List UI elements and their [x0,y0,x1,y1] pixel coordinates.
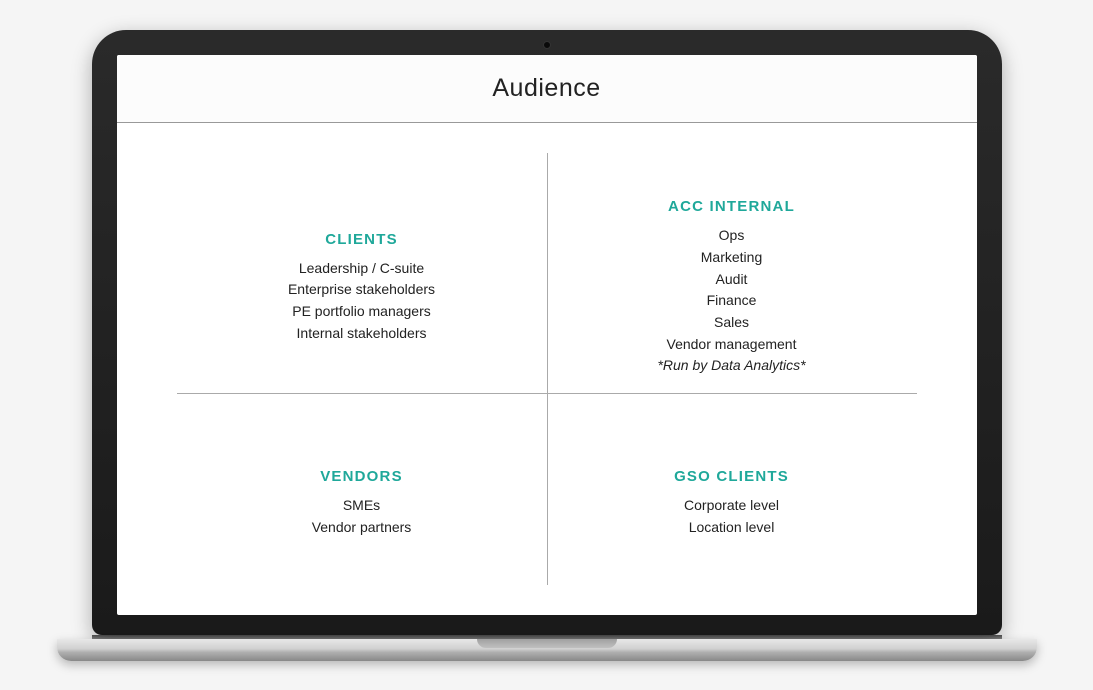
camera-icon [543,41,551,49]
list-item: Vendor partners [312,517,412,539]
quadrant-clients: CLIENTS Leadership / C-suite Enterprise … [177,153,547,423]
quadrant-title: ACC INTERNAL [668,198,795,215]
list-item: Enterprise stakeholders [288,279,435,301]
list-item: PE portfolio managers [292,301,431,323]
quadrant-acc-internal: ACC INTERNAL Ops Marketing Audit Finance… [547,153,917,423]
quadrant-vendors: VENDORS SMEs Vendor partners [177,423,547,585]
laptop-lid: Audience CLIENTS Leadership / C-suite En… [92,30,1002,635]
list-item: SMEs [343,495,380,517]
list-item: Marketing [701,247,762,269]
title-bar: Audience [117,55,977,123]
laptop-mockup: Audience CLIENTS Leadership / C-suite En… [57,30,1037,661]
quadrant-title: CLIENTS [325,231,398,248]
list-item: Corporate level [684,495,779,517]
list-item: Internal stakeholders [297,323,427,345]
content-area: CLIENTS Leadership / C-suite Enterprise … [117,123,977,615]
quadrant-note: *Run by Data Analytics* [657,355,805,377]
page-title: Audience [492,74,600,103]
list-item: Vendor management [667,334,797,356]
screen: Audience CLIENTS Leadership / C-suite En… [117,55,977,615]
laptop-base [57,639,1037,661]
quadrant-title: VENDORS [320,468,403,485]
list-item: Location level [689,517,775,539]
divider-vertical [547,153,548,585]
list-item: Leadership / C-suite [299,258,424,280]
list-item: Finance [707,290,757,312]
quadrant-title: GSO CLIENTS [674,468,789,485]
list-item: Sales [714,312,749,334]
list-item: Audit [716,269,748,291]
quadrant-gso-clients: GSO CLIENTS Corporate level Location lev… [547,423,917,585]
laptop-notch [477,639,617,648]
list-item: Ops [719,225,745,247]
